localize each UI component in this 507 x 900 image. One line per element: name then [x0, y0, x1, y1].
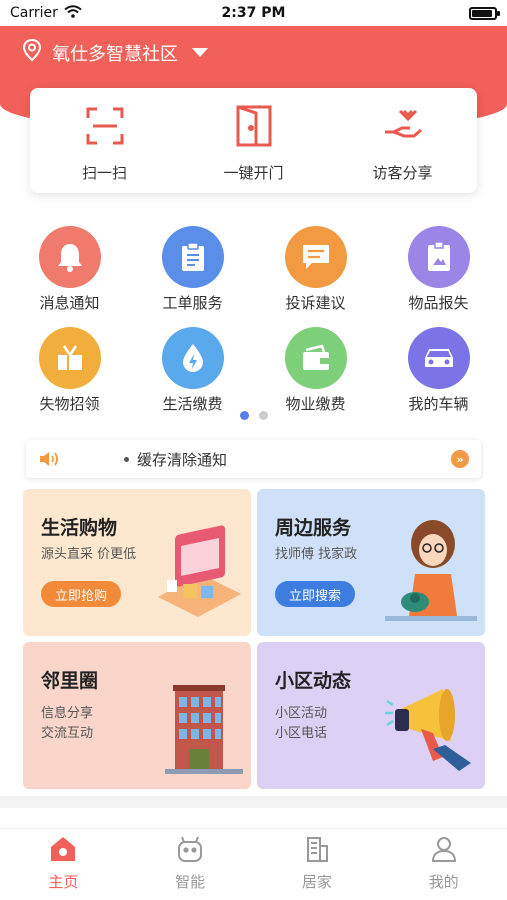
grid-item-label: 工单服务: [162, 294, 223, 312]
buy-now-button[interactable]: 立即抢购: [41, 581, 122, 607]
service-grid: 消息通知 工单服务 投诉建议 物品报失 失物招领 生活缴费 物业缴费 我的车辆: [8, 226, 500, 414]
tab-living[interactable]: 居家: [254, 829, 381, 900]
door-icon: [232, 104, 276, 148]
box-icon: [38, 327, 101, 389]
grid-item-label: 物品报失: [408, 294, 469, 312]
wifi-icon: [64, 4, 82, 22]
page-indicator: [0, 411, 507, 420]
card-title: 周边服务: [275, 517, 352, 539]
card-title: 邻里圈: [41, 670, 99, 692]
grid-item-property-payment[interactable]: 物业缴费: [254, 327, 377, 414]
building-illustration: [165, 683, 243, 779]
card-subtitle: 信息分享: [41, 706, 94, 721]
speaker-icon: [38, 449, 62, 469]
card-subtitle: 源头直采 价更低: [41, 547, 137, 562]
location-selector[interactable]: 氧仕多智慧社区: [22, 38, 208, 67]
carrier-label: Carrier: [10, 5, 58, 21]
card-subtitle: 小区电话: [275, 726, 328, 741]
card-title: 小区动态: [275, 670, 352, 692]
card-subtitle: 交流互动: [41, 726, 94, 741]
search-now-button[interactable]: 立即搜索: [275, 581, 356, 607]
page-dot-active[interactable]: [239, 411, 249, 420]
section-divider: [0, 796, 507, 808]
tab-label: 智能: [175, 873, 206, 891]
visitor-share-button[interactable]: 访客分享: [328, 88, 477, 193]
visitor-share-icon: [381, 104, 425, 148]
bell-icon: [38, 226, 101, 288]
message-icon: [284, 226, 347, 288]
wallet-icon: [284, 327, 347, 389]
notice-bullet: [124, 456, 129, 462]
location-pin-icon: [22, 38, 42, 67]
tab-label: 居家: [301, 873, 332, 891]
shopping-card[interactable]: 生活购物 源头直采 价更低 立即抢购: [23, 489, 251, 636]
notice-bar[interactable]: 缓存清除通知 »: [26, 440, 481, 478]
tab-bar: 主页 智能 居家 我的: [0, 828, 507, 900]
chevron-down-icon: [192, 48, 208, 57]
grid-item-complaints[interactable]: 投诉建议: [254, 226, 377, 313]
customer-service-illustration: [385, 514, 477, 626]
car-icon: [407, 327, 470, 389]
neighborhood-card[interactable]: 邻里圈 信息分享 交流互动: [23, 642, 251, 789]
grid-item-notifications[interactable]: 消息通知: [8, 226, 131, 313]
notice-text: 缓存清除通知: [137, 450, 228, 469]
card-subtitle: 找师傅 找家政: [275, 547, 358, 562]
scan-icon: [83, 104, 127, 148]
grid-item-lost-report[interactable]: 物品报失: [377, 226, 500, 313]
nearby-services-card[interactable]: 周边服务 找师傅 找家政 立即搜索: [257, 489, 485, 636]
clipboard-icon: [161, 226, 224, 288]
open-door-label: 一键开门: [223, 164, 284, 182]
more-arrow-icon[interactable]: »: [451, 450, 469, 468]
home-icon: [49, 835, 77, 867]
drop-icon: [161, 327, 224, 389]
quick-actions-card: 扫一扫 一键开门 访客分享: [30, 88, 477, 193]
battery-icon: [469, 6, 500, 20]
grid-item-label: 消息通知: [39, 294, 100, 312]
shopping-illustration: [153, 522, 243, 626]
visitor-share-label: 访客分享: [372, 164, 433, 182]
megaphone-illustration: [381, 679, 477, 779]
location-name: 氧仕多智慧社区: [52, 43, 178, 65]
card-title: 生活购物: [41, 517, 118, 539]
tab-smart[interactable]: 智能: [127, 829, 254, 900]
scan-label: 扫一扫: [81, 164, 127, 182]
tab-label: 我的: [428, 873, 459, 891]
community-news-card[interactable]: 小区动态 小区活动 小区电话: [257, 642, 485, 789]
status-left: Carrier: [10, 4, 82, 22]
building-icon: [303, 835, 331, 867]
tab-home[interactable]: 主页: [0, 829, 127, 900]
grid-item-lost-found[interactable]: 失物招领: [8, 327, 131, 414]
badge-icon: [407, 226, 470, 288]
open-door-button[interactable]: 一键开门: [179, 88, 328, 193]
tab-me[interactable]: 我的: [380, 829, 507, 900]
grid-item-my-vehicle[interactable]: 我的车辆: [377, 327, 500, 414]
grid-item-label: 投诉建议: [285, 294, 346, 312]
grid-item-work-order[interactable]: 工单服务: [131, 226, 254, 313]
card-subtitle: 小区活动: [275, 706, 328, 721]
status-bar: Carrier 2:37 PM: [0, 0, 507, 26]
tab-label: 主页: [48, 873, 79, 891]
robot-icon: [175, 835, 205, 867]
scan-button[interactable]: 扫一扫: [30, 88, 179, 193]
grid-item-utility-payment[interactable]: 生活缴费: [131, 327, 254, 414]
user-icon: [430, 835, 458, 867]
page-dot[interactable]: [258, 411, 268, 420]
